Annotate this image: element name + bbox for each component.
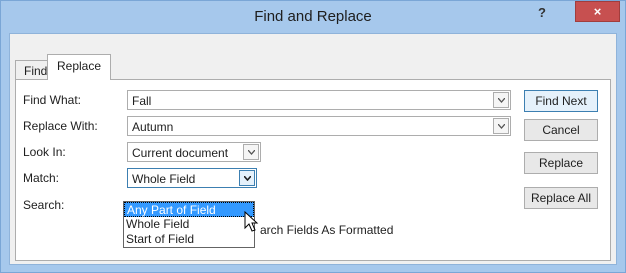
close-button[interactable]: × (575, 1, 620, 22)
find-what-combo[interactable]: Fall (127, 90, 511, 110)
close-icon: × (593, 4, 602, 19)
find-what-dropdown-button[interactable] (493, 92, 509, 108)
help-button[interactable]: ? (538, 5, 552, 21)
match-option-any-part[interactable]: Any Part of Field (124, 202, 254, 217)
chevron-down-icon (244, 176, 251, 181)
replace-panel: Find What: Fall Replace With: Autumn Loo… (15, 79, 611, 261)
replace-with-value[interactable]: Autumn (132, 120, 173, 134)
replace-with-dropdown-button[interactable] (493, 118, 509, 134)
replace-with-combo[interactable]: Autumn (127, 116, 511, 136)
find-replace-dialog: Find and Replace ? × Find Replace Find W… (0, 0, 626, 273)
title-bar[interactable]: Find and Replace ? × (1, 1, 625, 33)
chevron-down-icon (248, 150, 255, 155)
replace-all-button[interactable]: Replace All (524, 187, 598, 209)
match-label: Match: (23, 171, 60, 185)
look-in-value[interactable]: Current document (132, 146, 228, 160)
search-label: Search: (23, 198, 65, 212)
match-dropdown-list[interactable]: Any Part of Field Whole Field Start of F… (123, 201, 255, 248)
find-next-button[interactable]: Find Next (524, 90, 598, 112)
match-option-start-of-field[interactable]: Start of Field (124, 232, 254, 247)
match-option-whole-field[interactable]: Whole Field (124, 217, 254, 232)
replace-with-label: Replace With: (23, 119, 98, 133)
match-dropdown-button[interactable] (239, 170, 255, 186)
cancel-button[interactable]: Cancel (524, 119, 598, 141)
find-what-label: Find What: (23, 93, 82, 107)
tab-replace[interactable]: Replace (47, 54, 112, 80)
mouse-pointer-icon (244, 211, 259, 232)
dialog-title: Find and Replace (254, 8, 372, 25)
find-what-value[interactable]: Fall (132, 94, 151, 108)
replace-button[interactable]: Replace (524, 152, 598, 174)
match-value[interactable]: Whole Field (132, 172, 195, 186)
match-combo[interactable]: Whole Field (127, 168, 257, 188)
dialog-body: Find Replace Find What: Fall Replace Wit… (9, 33, 617, 265)
look-in-combo[interactable]: Current document (127, 142, 261, 162)
look-in-label: Look In: (23, 145, 66, 159)
look-in-dropdown-button[interactable] (243, 144, 259, 160)
chevron-down-icon (498, 124, 505, 129)
search-fields-as-formatted-label[interactable]: arch Fields As Formatted (260, 223, 393, 237)
chevron-down-icon (498, 98, 505, 103)
